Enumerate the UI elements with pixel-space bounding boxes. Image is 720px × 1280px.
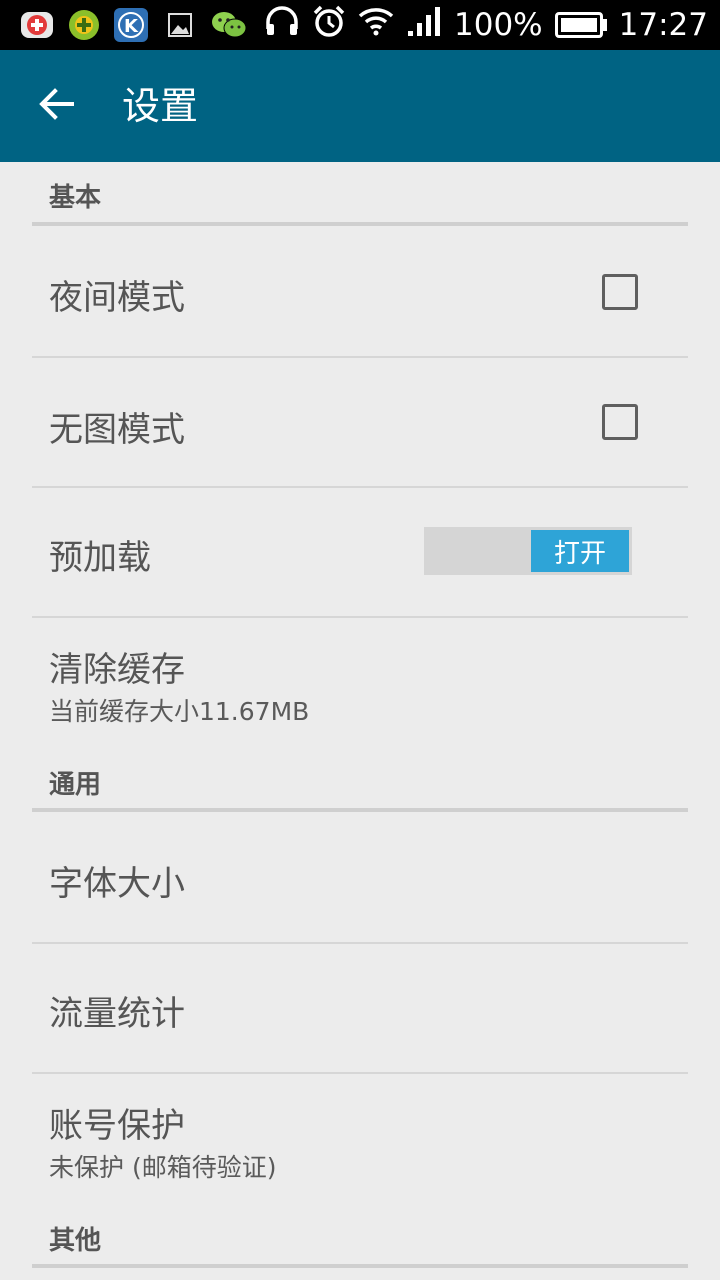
setting-label: 夜间模式 [49,278,185,318]
no-image-mode-checkbox[interactable] [602,404,638,440]
setting-label: 账号保护 [49,1106,185,1146]
battery-icon [554,12,603,38]
image-icon [163,8,197,42]
svg-text:K: K [124,16,139,37]
setting-label: 预加载 [49,538,151,578]
status-bar: K 100% 17:27 [0,0,720,50]
red-plus-app-icon [20,8,54,42]
setting-traffic-stats[interactable]: 流量统计 [32,944,688,1074]
wifi-icon [358,6,394,44]
night-mode-checkbox[interactable] [602,274,638,310]
status-bar-system: 100% 17:27 [264,0,708,50]
alarm-icon [312,4,346,46]
section-header-label: 基本 [49,183,102,213]
setting-preload[interactable]: 预加载 打开 [32,488,688,618]
preload-toggle[interactable]: 打开 [424,527,632,575]
setting-clear-cache[interactable]: 清除缓存 当前缓存大小11.67MB [32,618,688,748]
back-button[interactable] [22,72,90,140]
section-header-other: 其他 [32,1204,688,1268]
setting-subtitle: 当前缓存大小11.67MB [49,697,310,726]
section-header-general: 通用 [32,748,688,812]
arrow-left-icon [38,88,74,124]
setting-label: 无图模式 [49,410,185,450]
setting-label: 流量统计 [49,994,185,1034]
signal-icon [406,5,442,45]
k-app-icon: K [114,8,148,42]
status-time: 17:27 [618,7,708,43]
setting-font-size[interactable]: 字体大小 [32,812,688,944]
section-header-label: 通用 [49,770,102,800]
section-header-label: 其他 [49,1226,102,1256]
setting-subtitle: 未保护 (邮箱待验证) [49,1153,277,1182]
setting-night-mode[interactable]: 夜间模式 [32,226,688,358]
section-header-basic: 基本 [32,162,688,226]
headphones-icon [264,5,300,45]
battery-percent: 100% [454,7,543,43]
wechat-icon [210,8,247,42]
setting-label: 清除缓存 [49,650,185,690]
setting-label: 字体大小 [49,864,185,904]
setting-account-protection[interactable]: 账号保护 未保护 (邮箱待验证) [32,1074,688,1204]
page-title: 设置 [122,84,199,128]
setting-no-image-mode[interactable]: 无图模式 [32,358,688,488]
green-game-app-icon [67,8,101,42]
toggle-on-knob: 打开 [531,530,629,572]
app-bar: 设置 [0,50,720,162]
battery-nub [602,19,607,31]
